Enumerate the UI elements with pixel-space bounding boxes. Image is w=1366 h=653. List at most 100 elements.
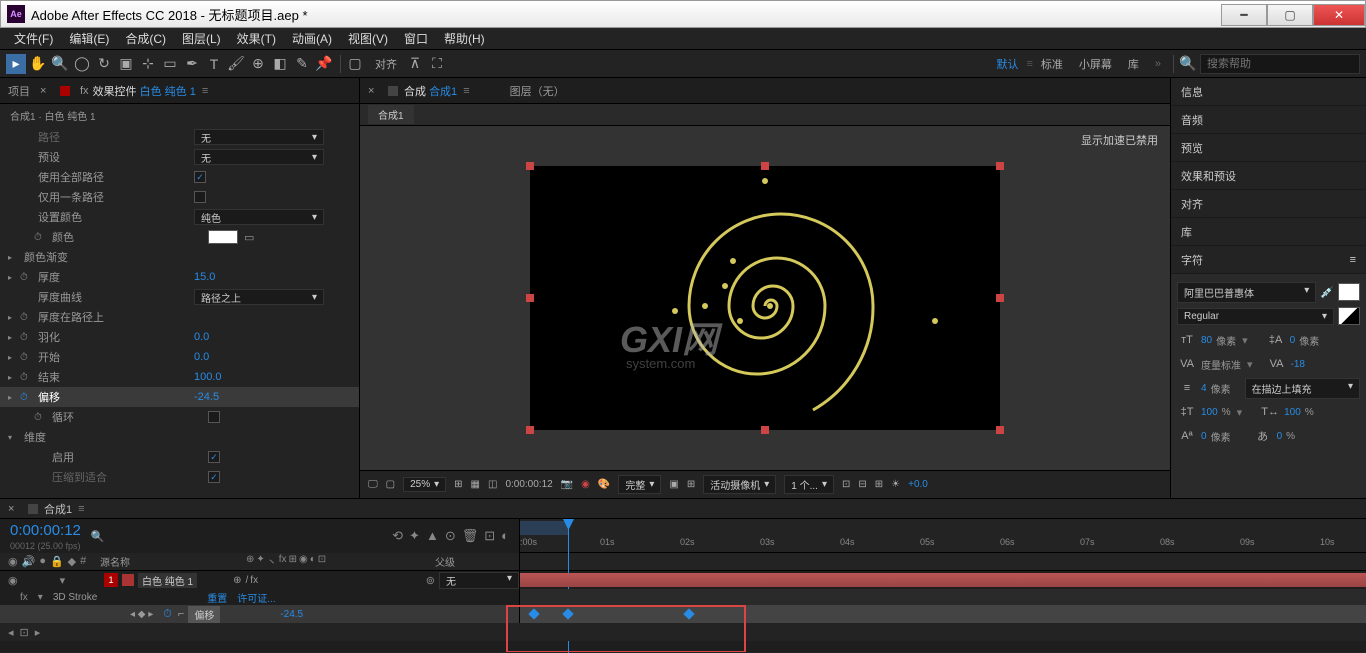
menu-file[interactable]: 文件(F)	[6, 30, 61, 47]
bbox-handle[interactable]	[761, 162, 769, 170]
prop-row-羽化[interactable]: ▸⏱羽化0.0	[0, 327, 359, 347]
search-input[interactable]	[1200, 54, 1360, 74]
kerning-value[interactable]: 度量标准	[1201, 357, 1241, 372]
keyframe-nav[interactable]: ◂ ◆ ▸	[130, 609, 153, 620]
camera-dropdown[interactable]: 活动摄像机▾	[703, 475, 776, 494]
anchor-tool[interactable]: ⊹	[138, 54, 158, 74]
work-area[interactable]	[520, 521, 568, 535]
effect-expand[interactable]: ▾	[38, 592, 43, 603]
panel-library[interactable]: 库	[1171, 218, 1366, 246]
clone-tool[interactable]: ⊕	[248, 54, 268, 74]
effect-license[interactable]: 许可证...	[237, 590, 275, 605]
effect-reset[interactable]: 重置	[207, 590, 227, 605]
workspace-library[interactable]: 库	[1120, 56, 1147, 72]
view-icon3[interactable]: ⊞	[875, 479, 883, 490]
prop-row-结束[interactable]: ▸⏱结束100.0	[0, 367, 359, 387]
fill-color-swatch[interactable]	[1338, 283, 1360, 301]
comp-panel-close[interactable]: ×	[368, 85, 382, 97]
eyedropper-icon[interactable]: 💉	[1320, 286, 1334, 299]
bbox-handle[interactable]	[996, 162, 1004, 170]
comp-subtab[interactable]: 合成1	[368, 105, 414, 124]
stroke-color-swatch[interactable]	[1338, 307, 1360, 325]
panel-close-icon[interactable]: ×	[40, 85, 54, 97]
col-audio-icon[interactable]: 🔊	[22, 555, 36, 568]
stopwatch-active-icon[interactable]: ⏱	[163, 608, 172, 621]
keyframe[interactable]	[562, 608, 573, 619]
type-tool[interactable]: T	[204, 54, 224, 74]
zoom-tool[interactable]: 🔍	[50, 54, 70, 74]
prop-value[interactable]: -24.5	[280, 609, 303, 620]
maximize-button[interactable]: ▢	[1267, 4, 1313, 26]
snapshot-icon[interactable]: 📷	[561, 479, 573, 490]
exposure-icon[interactable]: ☀	[891, 479, 900, 490]
bbox-handle[interactable]	[761, 426, 769, 434]
bbox-handle[interactable]	[526, 294, 534, 302]
tl-icon-7[interactable]: ◐	[501, 528, 509, 544]
snap-toggle[interactable]: ▢	[345, 54, 365, 74]
leading-value[interactable]: 0	[1290, 335, 1296, 346]
prop-expand-icon[interactable]: ⌐	[178, 608, 184, 620]
tl-icon-4[interactable]: ⊙	[445, 528, 456, 544]
menu-composition[interactable]: 合成(C)	[117, 30, 174, 47]
parent-dropdown[interactable]: 无▾	[439, 572, 519, 589]
panel-character[interactable]: 字符≡	[1171, 246, 1366, 274]
vscale-value[interactable]: 100	[1201, 407, 1218, 418]
grid-icon[interactable]: ⊞	[454, 479, 462, 490]
panel-preview[interactable]: 预览	[1171, 134, 1366, 162]
layer-duration-bar[interactable]	[520, 573, 1366, 587]
eraser-tool[interactable]: ◧	[270, 54, 290, 74]
prop-row-压缩到适合[interactable]: 压缩到适合✓	[0, 467, 359, 487]
bbox-handle[interactable]	[526, 162, 534, 170]
menu-help[interactable]: 帮助(H)	[436, 30, 493, 47]
keyframe[interactable]	[683, 608, 694, 619]
effect-tab-label[interactable]: 效果控件 白色 纯色 1	[93, 83, 196, 99]
baseline-value[interactable]: 0	[1201, 431, 1207, 442]
brush-tool[interactable]: 🖌	[226, 54, 246, 74]
menu-edit[interactable]: 编辑(E)	[61, 30, 117, 47]
layer-tab[interactable]: 图层（无）	[510, 83, 565, 99]
timeline-tab[interactable]: 合成1	[44, 501, 72, 517]
view-icon1[interactable]: ⊡	[842, 479, 850, 490]
timeline-close-icon[interactable]: ×	[8, 503, 22, 515]
close-button[interactable]: ✕	[1313, 4, 1365, 26]
prop-row-厚度曲线[interactable]: 厚度曲线路径之上▾	[0, 287, 359, 307]
tl-icon-6[interactable]: ⊡	[484, 528, 495, 544]
prop-row-仅用一条路径[interactable]: 仅用一条路径	[0, 187, 359, 207]
panel-info[interactable]: 信息	[1171, 78, 1366, 106]
nav-prev-icon[interactable]: ◂	[8, 626, 14, 639]
font-style-dropdown[interactable]: Regular▾	[1177, 308, 1334, 325]
prop-row-颜色[interactable]: ⏱颜色▭	[0, 227, 359, 247]
prop-row-厚度在路径上[interactable]: ▸⏱厚度在路径上	[0, 307, 359, 327]
col-visibility-icon[interactable]: ◉	[8, 555, 18, 568]
guides-icon[interactable]: ▦	[471, 479, 480, 490]
pen-tool[interactable]: ✒	[182, 54, 202, 74]
tracking-value[interactable]: -18	[1291, 359, 1305, 370]
view-icon2[interactable]: ⊟	[858, 479, 866, 490]
monitor-icon2[interactable]: ▢	[386, 479, 395, 490]
tsume-value[interactable]: 0	[1277, 431, 1283, 442]
col-label-icon[interactable]: ◆	[68, 555, 76, 568]
tl-icon-2[interactable]: ✦	[409, 528, 420, 544]
camera-tool[interactable]: ▣	[116, 54, 136, 74]
prop-row-开始[interactable]: ▸⏱开始0.0	[0, 347, 359, 367]
selection-tool[interactable]: ▸	[6, 54, 26, 74]
prop-row-颜色渐变[interactable]: ▸颜色渐变	[0, 247, 359, 267]
roto-tool[interactable]: ✎	[292, 54, 312, 74]
color-icon[interactable]: 🎨	[598, 479, 610, 490]
font-size-value[interactable]: 80	[1201, 335, 1212, 346]
region-icon[interactable]: ▣	[669, 479, 678, 490]
panel-align[interactable]: 对齐	[1171, 190, 1366, 218]
mask-icon[interactable]: ◫	[488, 479, 497, 490]
prop-row-预设[interactable]: 预设无▾	[0, 147, 359, 167]
shape-tool[interactable]: ▭	[160, 54, 180, 74]
panel-audio[interactable]: 音频	[1171, 106, 1366, 134]
menu-effect[interactable]: 效果(T)	[229, 30, 284, 47]
nav-next-icon[interactable]: ▸	[35, 626, 41, 639]
layer-name[interactable]: 白色 纯色 1	[138, 573, 197, 588]
timecode[interactable]: 0:00:00:12	[10, 522, 81, 539]
tl-icon-5[interactable]: 🗑	[462, 528, 479, 544]
effect-name[interactable]: 3D Stroke	[53, 592, 97, 603]
bbox-handle[interactable]	[526, 426, 534, 434]
orbit-tool[interactable]: ◯	[72, 54, 92, 74]
col-lock-icon[interactable]: 🔒	[50, 555, 64, 568]
